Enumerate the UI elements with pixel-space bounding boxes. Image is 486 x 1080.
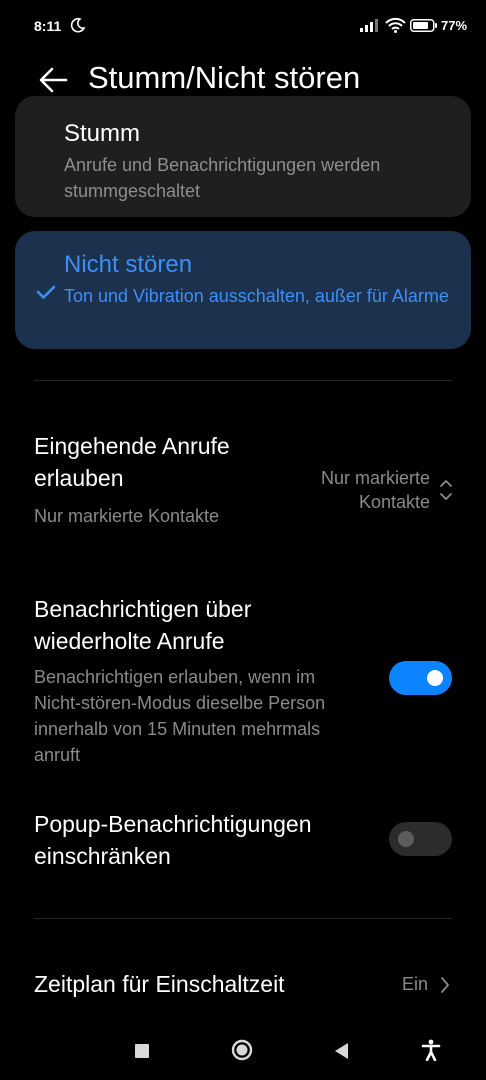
status-bar: 8:11 77% <box>0 0 486 52</box>
back-triangle-icon[interactable] <box>334 1042 349 1060</box>
repeated-calls-title: Benachrichtigen über wiederholte Anrufe <box>34 596 252 654</box>
status-time: 8:11 <box>34 18 62 34</box>
mode-title-do-not-disturb: Nicht stören <box>64 251 193 278</box>
popup-restrict-toggle[interactable] <box>389 822 452 856</box>
incoming-calls-title: Eingehende Anrufe erlauben <box>34 433 230 491</box>
wifi-icon <box>385 17 406 33</box>
mode-description-do-not-disturb: Ton und Vibration ausschalten, außer für… <box>64 286 449 306</box>
battery-icon <box>410 19 437 32</box>
repeated-calls-toggle[interactable] <box>389 661 452 695</box>
moon-icon <box>70 17 86 33</box>
checkmark-icon <box>36 285 56 299</box>
mode-option-mute[interactable]: Stumm Anrufe und Benachrichtigungen werd… <box>15 96 471 217</box>
setting-incoming-calls[interactable]: Eingehende Anrufe erlauben Nur markierte… <box>34 430 254 529</box>
chevron-right-icon[interactable] <box>440 976 450 994</box>
page-title: Stumm/Nicht stören <box>88 60 361 95</box>
mode-title-mute: Stumm <box>64 120 141 147</box>
popup-restrict-title: Popup-Benachrichtigungen einschränken <box>34 811 312 869</box>
signal-icon <box>360 19 378 32</box>
mode-description-mute: Anrufe und Benachrichtigungen werden stu… <box>64 155 381 201</box>
toggle-knob <box>427 670 443 686</box>
incoming-calls-subtitle: Nur markierte Kontakte <box>34 506 220 526</box>
incoming-calls-value[interactable]: Nur markierte Kontakte <box>290 466 430 514</box>
setting-schedule[interactable]: Zeitplan für Einschaltzeit <box>34 968 364 1000</box>
home-circle-icon[interactable] <box>231 1039 253 1061</box>
battery-percentage: 77% <box>441 18 468 33</box>
setting-repeated-calls[interactable]: Benachrichtigen über wiederholte Anrufe … <box>34 593 364 768</box>
back-arrow-icon[interactable] <box>36 65 70 95</box>
recents-square-icon[interactable] <box>135 1044 149 1058</box>
mode-option-do-not-disturb[interactable]: Nicht stören Ton und Vibration ausschalt… <box>15 231 471 349</box>
accessibility-icon[interactable] <box>421 1039 441 1061</box>
divider <box>34 918 452 919</box>
setting-popup-restrict[interactable]: Popup-Benachrichtigungen einschränken <box>34 808 374 872</box>
schedule-value[interactable]: Ein <box>370 972 428 996</box>
schedule-title: Zeitplan für Einschaltzeit <box>34 971 285 997</box>
repeated-calls-subtitle: Benachrichtigen erlauben, wenn im Nicht-… <box>34 667 326 765</box>
navigation-bar <box>0 1020 486 1080</box>
toggle-knob <box>398 831 414 847</box>
divider <box>34 380 452 381</box>
chevron-up-down-icon[interactable] <box>439 478 453 502</box>
